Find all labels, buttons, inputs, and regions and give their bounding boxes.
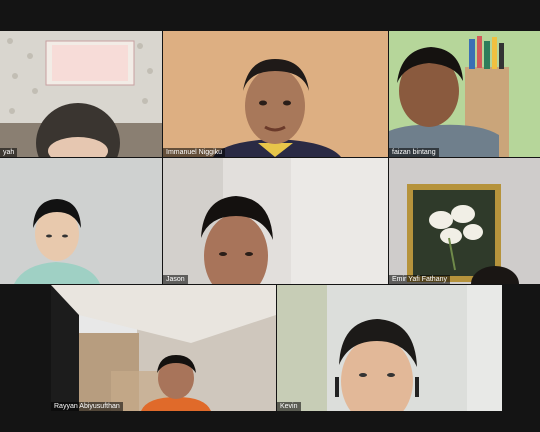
participant-video-tile[interactable]: Emir Yafi Fathany (389, 158, 540, 284)
participant-video-tile[interactable]: yah (0, 31, 162, 157)
participant-name-label: Emir Yafi Fathany (389, 275, 450, 284)
participant-name-label: yah (0, 148, 18, 157)
participant-name-label: faizan bintang (389, 148, 439, 157)
participant-video-tile[interactable]: faizan bintang (389, 31, 540, 157)
participant-name-label: Immanuel Niggiku (163, 148, 226, 157)
participant-name-label: Jason (163, 275, 188, 284)
participant-video-feed (0, 31, 162, 157)
participant-name-label: Kevin (277, 402, 301, 411)
participant-video-feed (277, 285, 502, 411)
participant-video-feed (163, 158, 388, 284)
participant-video-feed (389, 31, 540, 157)
participant-video-tile[interactable] (0, 158, 162, 284)
participant-name-label: Rayyan Abiyusufthan (51, 402, 123, 411)
participant-video-feed (51, 285, 276, 411)
participant-video-tile[interactable]: Jason (163, 158, 388, 284)
participant-video-feed (0, 158, 162, 284)
participant-video-tile[interactable]: Kevin (277, 285, 502, 411)
video-gallery: yah Immanuel Niggiku faizan bintang Jaso… (0, 0, 540, 432)
participant-video-tile[interactable]: Immanuel Niggiku (163, 31, 388, 157)
participant-video-feed (389, 158, 540, 284)
participant-video-tile[interactable]: Rayyan Abiyusufthan (51, 285, 276, 411)
participant-video-feed (163, 31, 388, 157)
